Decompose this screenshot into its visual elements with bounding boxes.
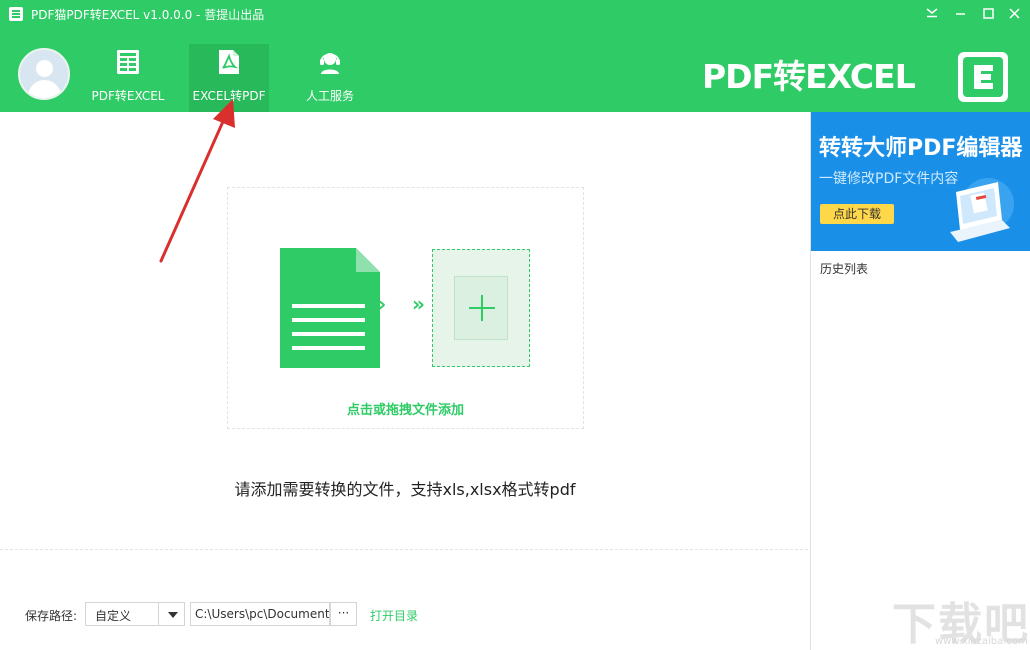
headset-icon bbox=[320, 53, 340, 74]
close-button[interactable] bbox=[1002, 2, 1026, 24]
laptop-illustration-icon bbox=[950, 178, 1014, 242]
app-icon bbox=[9, 7, 23, 21]
user-avatar[interactable] bbox=[18, 48, 70, 100]
ad-download-button[interactable]: 点此下载 bbox=[820, 204, 894, 224]
separator bbox=[0, 549, 808, 550]
select-divider bbox=[158, 603, 159, 625]
save-mode-value: 自定义 bbox=[95, 609, 132, 623]
dropdown-menu-button[interactable] bbox=[920, 2, 944, 24]
add-file-button[interactable] bbox=[432, 249, 530, 367]
excel-e-icon bbox=[974, 65, 993, 89]
avatar-head-shape bbox=[36, 60, 53, 77]
document-icon bbox=[280, 248, 380, 368]
plus-icon bbox=[454, 276, 508, 340]
window-title: PDF猫PDF转EXCEL v1.0.0.0 - 菩提山出品 bbox=[31, 8, 265, 22]
header: PDF猫PDF转EXCEL v1.0.0.0 - 菩提山出品 PDF转EXCEL… bbox=[0, 0, 1030, 112]
brand-logo-badge bbox=[958, 52, 1008, 102]
ad-banner[interactable]: 转转大师PDF编辑器 一键修改PDF文件内容 点此下载 bbox=[811, 112, 1030, 251]
spreadsheet-icon bbox=[117, 50, 139, 74]
arrow-right-icon: › bbox=[378, 292, 387, 316]
title-bar: PDF猫PDF转EXCEL v1.0.0.0 - 菩提山出品 bbox=[0, 0, 1030, 28]
minimize-button[interactable] bbox=[948, 2, 972, 24]
tab-manual-service[interactable]: 人工服务 bbox=[290, 44, 370, 112]
brand-badge-inner bbox=[963, 57, 1003, 97]
maximize-icon bbox=[982, 7, 994, 19]
caret-down-icon bbox=[168, 612, 178, 618]
support-formats-text: 请添加需要转换的文件，支持xls,xlsx格式转pdf bbox=[234, 480, 576, 499]
main-panel: › » 点击或拖拽文件添加 请添加需要转换的文件，支持xls,xlsx格式转pd… bbox=[0, 112, 810, 650]
maximize-button[interactable] bbox=[976, 2, 1000, 24]
annotation-arrow-icon bbox=[159, 99, 235, 263]
minimize-icon bbox=[955, 12, 965, 15]
file-drop-zone[interactable]: › » 点击或拖拽文件添加 bbox=[227, 187, 584, 429]
drop-hint-text: 点击或拖拽文件添加 bbox=[346, 403, 464, 418]
save-path-label: 保存路径: bbox=[25, 609, 78, 623]
menu-chevron-icon bbox=[926, 8, 938, 18]
app-window: PDF猫PDF转EXCEL v1.0.0.0 - 菩提山出品 PDF转EXCEL… bbox=[0, 0, 1030, 650]
avatar-body-shape bbox=[28, 80, 61, 98]
save-mode-select[interactable]: 自定义 bbox=[85, 602, 185, 626]
ad-title: 转转大师PDF编辑器 bbox=[819, 136, 1023, 161]
browse-button[interactable]: ··· bbox=[330, 602, 357, 626]
brand-logo-text: PDF转EXCEL bbox=[702, 57, 916, 96]
pdf-icon bbox=[219, 50, 239, 74]
history-list-label: 历史列表 bbox=[820, 262, 869, 276]
watermark-url: www.xiazaiba.com bbox=[935, 636, 1028, 647]
right-panel: 转转大师PDF编辑器 一键修改PDF文件内容 点此下载 历史列表 bbox=[810, 112, 1030, 650]
save-path-row: 保存路径: 自定义 C:\Users\pc\Document ··· 打开目录 bbox=[25, 602, 785, 626]
close-icon bbox=[1008, 7, 1020, 19]
double-arrow-right-icon: » bbox=[412, 292, 425, 316]
save-path-field[interactable]: C:\Users\pc\Document bbox=[190, 602, 330, 626]
tab-label: 人工服务 bbox=[305, 89, 354, 103]
open-directory-link[interactable]: 打开目录 bbox=[370, 607, 418, 624]
